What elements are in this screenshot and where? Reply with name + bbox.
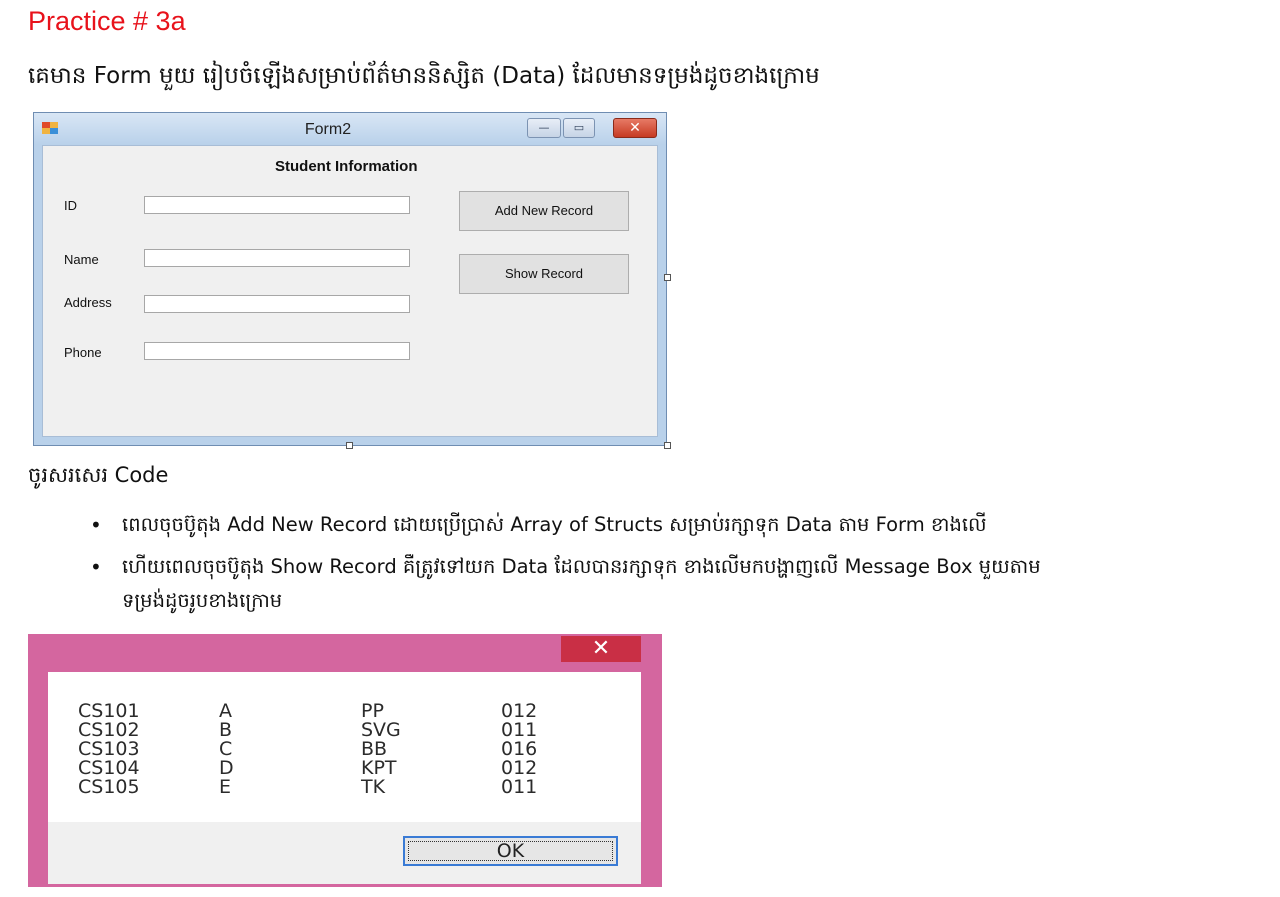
- task-item: • ពេលចុចប៊ូតុង Add New Record ដោយប្រើប្រ…: [90, 508, 1270, 542]
- practice-title: Practice # 3a: [28, 6, 186, 36]
- message-box-close-button[interactable]: ✕: [561, 636, 641, 662]
- table-row: CS104 D KPT 012: [78, 759, 537, 778]
- student-address: TK: [361, 776, 386, 798]
- task-list: • ពេលចុចប៊ូតុង Add New Record ដោយប្រើប្រ…: [90, 508, 1270, 618]
- student-id: CS105: [78, 776, 140, 798]
- task-text: ទម្រង់ដូចរូបខាងក្រោម: [122, 589, 283, 612]
- add-new-record-button[interactable]: Add New Record: [459, 191, 629, 231]
- task-item: • ហើយពេលចុចប៊ូតុង Show Record គឺត្រូវទៅយ…: [90, 550, 1270, 584]
- id-input[interactable]: [144, 196, 410, 214]
- message-box: ✕ CS101 A PP 012 CS102 B SVG 011 CS103 C: [28, 634, 662, 887]
- student-phone: 011: [501, 776, 538, 798]
- form2-title: Form2: [304, 121, 352, 138]
- resize-handle-bottom[interactable]: [346, 442, 353, 449]
- student-name: E: [219, 776, 232, 798]
- form2-window: Form2 — ▭ ✕ Student Information ID Name …: [33, 112, 667, 446]
- student-name: D: [219, 757, 234, 779]
- address-label: Address: [64, 295, 112, 310]
- phone-input[interactable]: [144, 342, 410, 360]
- student-name: B: [219, 719, 233, 741]
- table-row: CS101 A PP 012: [78, 702, 537, 721]
- task-text: ពេលចុចប៊ូតុង Add New Record ដោយប្រើប្រាស…: [122, 513, 987, 536]
- task-item-continuation: ទម្រង់ដូចរូបខាងក្រោម: [90, 584, 1270, 618]
- form2-titlebar: Form2 — ▭ ✕: [34, 113, 666, 145]
- task-text: ហើយពេលចុចប៊ូតុង Show Record គឺត្រូវទៅយក …: [122, 555, 1041, 578]
- minimize-button[interactable]: —: [527, 118, 561, 138]
- student-name: A: [219, 700, 232, 722]
- ok-button[interactable]: OK: [403, 836, 618, 866]
- student-information-heading: Student Information: [275, 158, 418, 175]
- phone-label: Phone: [64, 345, 102, 360]
- resize-handle-right[interactable]: [664, 274, 671, 281]
- bullet: •: [90, 555, 102, 579]
- show-record-button[interactable]: Show Record: [459, 254, 629, 294]
- name-input[interactable]: [144, 249, 410, 267]
- close-button[interactable]: ✕: [613, 118, 657, 138]
- form2-client-area: Student Information ID Name Address Phon…: [42, 145, 658, 437]
- code-heading: ចូរសរសេរ Code: [28, 463, 169, 487]
- table-row: CS102 B SVG 011: [78, 721, 537, 740]
- table-row: CS105 E TK 011: [78, 778, 537, 797]
- message-box-footer: OK: [48, 822, 641, 884]
- record-table: CS101 A PP 012 CS102 B SVG 011 CS103 C B…: [78, 702, 537, 797]
- student-name: C: [219, 738, 233, 760]
- bullet: •: [90, 513, 102, 537]
- maximize-button[interactable]: ▭: [563, 118, 595, 138]
- address-input[interactable]: [144, 295, 410, 313]
- name-label: Name: [64, 252, 99, 267]
- message-box-body: CS101 A PP 012 CS102 B SVG 011 CS103 C B…: [48, 672, 641, 884]
- intro-text: គេមាន Form មួយ រៀបចំឡើងសម្រាប់ព័ត៌មាននិស…: [28, 63, 820, 89]
- table-row: CS103 C BB 016: [78, 740, 537, 759]
- id-label: ID: [64, 198, 77, 213]
- resize-handle-corner[interactable]: [664, 442, 671, 449]
